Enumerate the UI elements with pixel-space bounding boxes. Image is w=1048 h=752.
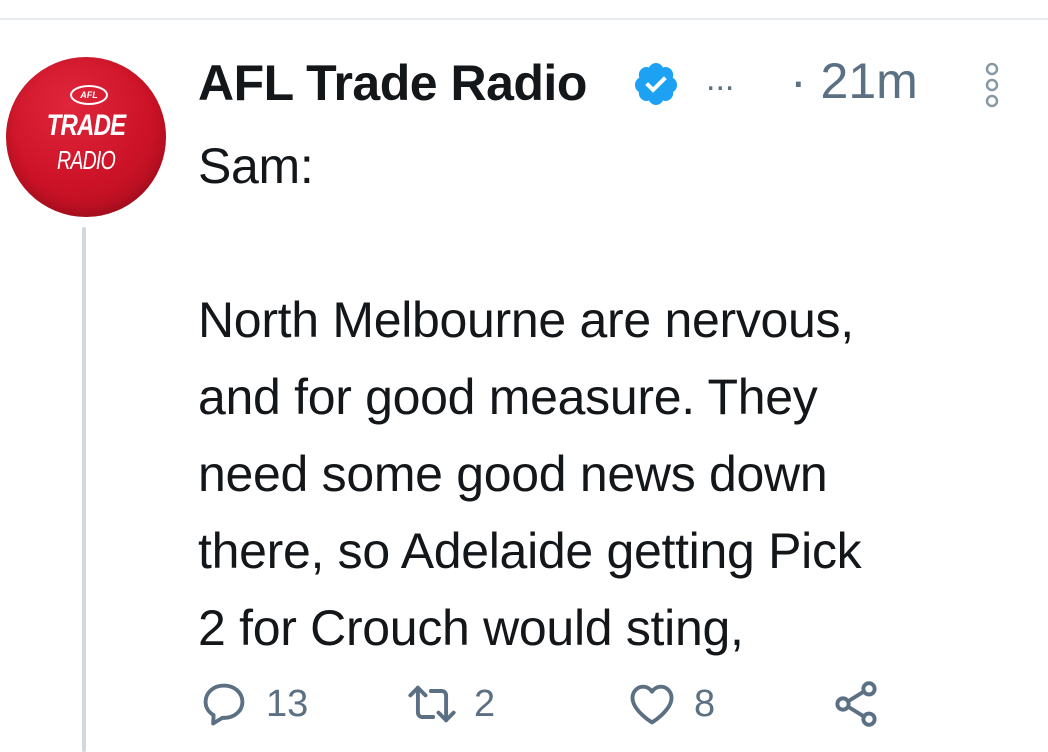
share-button[interactable]: [830, 676, 898, 732]
tweet-text-line: and for good measure. They: [198, 369, 818, 425]
avatar-afl-badge: AFL: [70, 85, 108, 105]
more-vertical-icon[interactable]: [982, 62, 1002, 108]
name-truncation: ...: [706, 60, 735, 98]
share-icon: [835, 681, 877, 727]
display-name[interactable]: AFL Trade Radio: [198, 54, 587, 112]
avatar-logo-radio: RADIO: [56, 145, 116, 175]
avatar-logo-trade: TRADE: [46, 109, 126, 142]
top-divider: [0, 18, 1048, 20]
tweet-actions: 13 2 8: [198, 676, 918, 732]
retweet-button[interactable]: 2: [406, 676, 495, 732]
timestamp[interactable]: · 21m: [790, 52, 918, 110]
reply-count: 13: [266, 682, 309, 725]
tweet-text-line: North Melbourne are nervous,: [198, 292, 854, 348]
retweet-count: 2: [474, 682, 496, 725]
tweet-header: AFL Trade Radio ... · 21m: [198, 52, 999, 112]
tweet-text-line: need some good news down: [198, 446, 828, 502]
tweet-text: Sam: North Melbourne are nervous, and fo…: [198, 128, 998, 667]
like-button[interactable]: 8: [626, 676, 715, 732]
reply-button[interactable]: 13: [198, 676, 308, 732]
tweet-text-line: there, so Adelaide getting Pick: [198, 523, 862, 579]
avatar[interactable]: AFL TRADE RADIO: [6, 57, 166, 217]
thread-line: [82, 227, 86, 752]
heart-icon: [630, 684, 674, 725]
like-count: 8: [694, 682, 716, 725]
retweet-icon: [408, 685, 456, 723]
tweet-text-line: 2 for Crouch would sting,: [198, 600, 744, 656]
verified-badge-icon: [632, 60, 680, 108]
reply-icon: [203, 683, 245, 726]
tweet-text-line: [198, 205, 998, 282]
tweet-text-line: Sam:: [198, 138, 314, 194]
